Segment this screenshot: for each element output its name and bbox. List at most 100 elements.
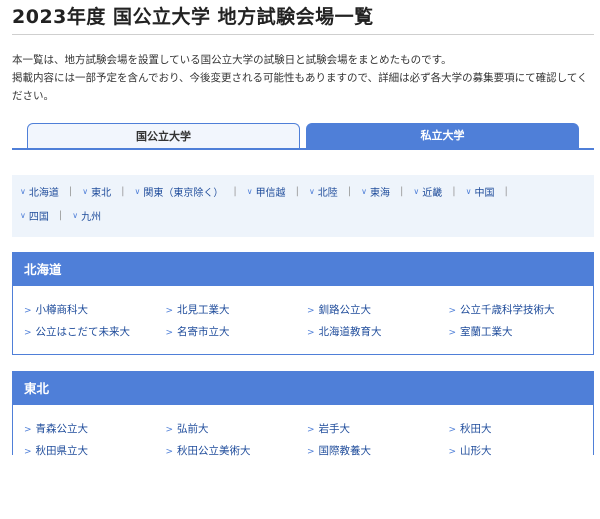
region-label: 甲信越: [255, 187, 286, 199]
region-link-kanto[interactable]: ∨ 関東（東京除く）: [134, 184, 223, 199]
region-label: 九州: [81, 211, 102, 223]
region-nav-row: ∨ 四国 | ∨ 九州: [20, 203, 586, 227]
chevron-down-icon: ∨: [134, 186, 141, 196]
region-label: 東北: [91, 187, 112, 199]
chevron-right-icon: >: [307, 446, 315, 457]
region-nav-row: ∨ 北海道 | ∨ 東北 | ∨ 関東（東京除く） | ∨ 甲信越 | ∨ 北陸 | ∨ 東…: [20, 179, 586, 203]
chevron-right-icon: >: [448, 446, 457, 457]
chevron-right-icon: >: [24, 446, 32, 457]
chevron-down-icon: ∨: [20, 210, 26, 220]
chevron-down-icon: ∨: [82, 186, 89, 196]
region-link-hokkaido[interactable]: ∨ 北海道: [20, 184, 59, 199]
university-name: 公立千歳科学技術大: [460, 303, 555, 316]
region-link-kyushu[interactable]: ∨ 九州: [72, 208, 101, 223]
region-section-tohoku: 東北 > 青森公立大 > 弘前大 > 岩手大 > 秋田大 > 秋田県立大 > 秋田公立美術大…: [12, 371, 594, 457]
region-link-tohoku[interactable]: ∨ 東北: [82, 184, 111, 199]
university-name: 秋田公立美術大: [177, 444, 251, 457]
region-nav: ∨ 北海道 | ∨ 東北 | ∨ 関東（東京除く） | ∨ 甲信越 | ∨ 北陸 | ∨ 東…: [12, 175, 594, 237]
chevron-down-icon: ∨: [413, 186, 420, 196]
chevron-right-icon: >: [307, 327, 315, 338]
university-name: 北見工業大: [177, 303, 230, 316]
university-link[interactable]: > 秋田大: [438, 421, 580, 436]
chevron-down-icon: ∨: [246, 186, 253, 196]
chevron-right-icon: >: [307, 305, 315, 316]
university-link[interactable]: > 北海道教育大: [296, 324, 438, 339]
region-label: 東海: [370, 187, 391, 199]
chevron-right-icon: >: [165, 305, 174, 316]
region-link-kinki[interactable]: ∨ 近畿: [413, 184, 442, 199]
university-link[interactable]: > 岩手大: [296, 421, 438, 436]
chevron-down-icon: ∨: [72, 210, 79, 220]
chevron-right-icon: >: [448, 305, 457, 316]
university-link[interactable]: > 国際教養大: [296, 443, 438, 458]
page-title: 2023年度 国公立大学 地方試験会場一覧: [12, 6, 374, 28]
region-link-chugoku[interactable]: ∨ 中国: [466, 184, 495, 199]
university-name: 岩手大: [318, 422, 351, 435]
university-name: 秋田県立大: [35, 444, 89, 457]
university-name: 国際教養大: [318, 444, 372, 457]
tab-underline: [12, 148, 594, 150]
university-row: > 公立はこだて未来大 > 名寄市立大 > 北海道教育大 > 室蘭工業大: [13, 320, 593, 342]
university-grid: > 青森公立大 > 弘前大 > 岩手大 > 秋田大 > 秋田県立大 > 秋田公立美術大 > 国…: [13, 405, 593, 461]
chevron-right-icon: >: [165, 446, 174, 457]
region-section-hokkaido: 北海道 > 小樽商科大 > 北見工業大 > 釧路公立大 > 公立千歳科学技術大 > 公立は…: [12, 252, 594, 355]
separator: |: [347, 185, 352, 197]
separator: |: [504, 185, 508, 197]
university-link[interactable]: > 公立はこだて未来大: [13, 324, 155, 339]
chevron-right-icon: >: [24, 305, 32, 316]
chevron-right-icon: >: [24, 327, 32, 338]
section-header: 東北: [13, 372, 593, 405]
intro-line: 掲載内容には一部予定を含んでおり、今後変更される可能性もありますので、詳細は必ず…: [12, 72, 588, 84]
region-label: 北海道: [28, 187, 59, 199]
university-link[interactable]: > 秋田公立美術大: [155, 443, 297, 458]
separator: |: [400, 185, 404, 197]
university-grid: > 小樽商科大 > 北見工業大 > 釧路公立大 > 公立千歳科学技術大 > 公立はこだて未…: [13, 286, 593, 342]
chevron-right-icon: >: [307, 424, 315, 435]
chevron-right-icon: >: [448, 327, 457, 338]
chevron-right-icon: >: [165, 424, 174, 435]
title-divider: [12, 34, 594, 35]
intro-text: 本一覧は、地方試験会場を設置している国公立大学の試験日と試験会場をまとめたもので…: [12, 51, 592, 105]
chevron-right-icon: >: [24, 424, 32, 435]
university-link[interactable]: > 室蘭工業大: [438, 324, 580, 339]
university-row: > 小樽商科大 > 北見工業大 > 釧路公立大 > 公立千歳科学技術大: [13, 298, 593, 320]
university-name: 弘前大: [177, 422, 209, 435]
region-label: 中国: [474, 187, 495, 199]
separator: |: [233, 185, 237, 197]
university-name: 青森公立大: [35, 422, 89, 435]
university-link[interactable]: > 名寄市立大: [155, 324, 297, 339]
university-link[interactable]: > 公立千歳科学技術大: [438, 302, 580, 317]
tab-private[interactable]: 私立大学: [306, 123, 579, 148]
university-link[interactable]: > 青森公立大: [13, 421, 155, 436]
separator: |: [68, 185, 73, 197]
university-name: 公立はこだて未来大: [35, 325, 131, 338]
chevron-right-icon: >: [448, 424, 457, 435]
university-link[interactable]: > 釧路公立大: [296, 302, 438, 317]
university-link[interactable]: > 秋田県立大: [13, 443, 155, 458]
university-name: 釧路公立大: [318, 303, 372, 316]
intro-line: ださい。: [12, 90, 54, 102]
separator: |: [295, 185, 299, 197]
section-header: 北海道: [13, 253, 593, 286]
university-link[interactable]: > 小樽商科大: [13, 302, 155, 317]
university-name: 室蘭工業大: [460, 325, 513, 338]
region-link-koshinetsu[interactable]: ∨ 甲信越: [247, 184, 286, 199]
region-link-shikoku[interactable]: ∨ 四国: [20, 208, 49, 223]
region-link-hokuriku[interactable]: ∨ 北陸: [309, 184, 338, 199]
chevron-down-icon: ∨: [20, 186, 26, 196]
university-link[interactable]: > 山形大: [438, 443, 580, 458]
region-label: 北陸: [317, 187, 338, 199]
region-label: 四国: [28, 211, 49, 223]
separator: |: [121, 185, 125, 197]
university-row: > 秋田県立大 > 秋田公立美術大 > 国際教養大 > 山形大: [13, 439, 593, 461]
university-link[interactable]: > 北見工業大: [155, 302, 297, 317]
university-link[interactable]: > 弘前大: [155, 421, 297, 436]
university-name: 北海道教育大: [318, 325, 382, 338]
chevron-down-icon: ∨: [361, 186, 368, 196]
university-name: 山形大: [460, 444, 492, 457]
chevron-down-icon: ∨: [308, 186, 315, 196]
region-label: 関東（東京除く）: [143, 187, 224, 199]
tab-national-public[interactable]: 国公立大学: [27, 123, 300, 148]
separator: |: [452, 185, 456, 197]
region-link-tokai[interactable]: ∨ 東海: [361, 184, 390, 199]
